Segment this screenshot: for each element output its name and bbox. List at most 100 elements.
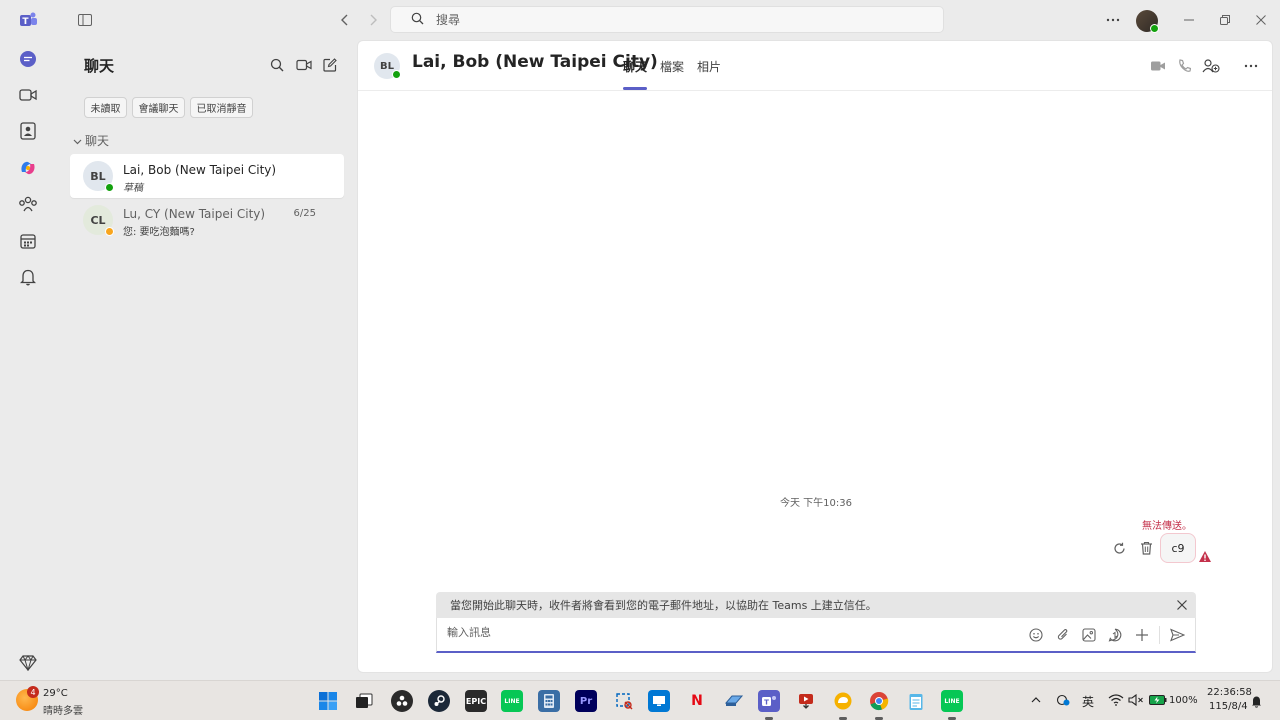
line-icon[interactable]: LINE xyxy=(501,690,523,712)
contacts-icon[interactable] xyxy=(16,119,40,143)
emoji-icon[interactable] xyxy=(1027,626,1045,644)
email-visibility-notice: 當您開始此聊天時，收件者將會看到您的電子郵件地址，以協助在 Teams 上建立信… xyxy=(436,592,1196,618)
tab-chat[interactable]: 聊天 xyxy=(623,58,647,75)
presence-away-icon xyxy=(105,227,114,236)
retry-icon[interactable] xyxy=(1110,539,1128,557)
title-bar: T xyxy=(0,0,1280,40)
chat-name: Lu, CY (New Taipei City) xyxy=(123,207,266,221)
calendar-icon[interactable] xyxy=(16,229,40,253)
back-icon[interactable] xyxy=(336,11,354,29)
section-label-text: 聊天 xyxy=(85,134,110,148)
tab-files[interactable]: 檔案 xyxy=(660,58,684,75)
weather-temperature[interactable]: 29°C xyxy=(43,688,68,699)
battery-charging-icon[interactable] xyxy=(1148,692,1168,708)
epic-games-icon[interactable]: EPIC xyxy=(465,690,487,712)
compose-separator xyxy=(1159,626,1160,644)
copilot-icon[interactable] xyxy=(16,156,40,180)
search-bar[interactable] xyxy=(390,6,944,33)
conversation-pane: BL Lai, Bob (New Taipei City) 聊天 檔案 相片 今… xyxy=(357,40,1273,673)
onedrive-icon[interactable] xyxy=(1054,692,1072,708)
delete-icon[interactable] xyxy=(1137,539,1155,557)
new-chat-icon[interactable] xyxy=(321,56,339,74)
more-options-icon[interactable] xyxy=(1242,57,1260,75)
premiere-pro-icon[interactable]: Pr xyxy=(575,690,597,712)
chat-preview: 草稿 xyxy=(123,183,143,194)
message-input[interactable] xyxy=(447,626,1007,639)
netflix-icon[interactable]: N xyxy=(686,690,708,712)
task-view-icon[interactable] xyxy=(353,690,375,712)
loop-component-icon[interactable] xyxy=(1106,626,1124,644)
restore-icon[interactable] xyxy=(1216,11,1234,29)
plus-icon[interactable] xyxy=(1133,626,1151,644)
video-call-icon[interactable] xyxy=(1149,57,1167,75)
weather-description[interactable]: 晴時多雲 xyxy=(43,702,83,717)
search-icon xyxy=(411,10,424,29)
snipping-tool-icon[interactable] xyxy=(613,690,635,712)
chat-list-item[interactable]: BL Lai, Bob (New Taipei City) 草稿 xyxy=(70,154,344,198)
chat-time: 6/25 xyxy=(293,208,316,219)
image-icon[interactable] xyxy=(1080,626,1098,644)
start-icon[interactable] xyxy=(317,690,339,712)
steam-icon[interactable] xyxy=(428,690,450,712)
tab-photos[interactable]: 相片 xyxy=(697,58,721,75)
chat-list-item[interactable]: CL Lu, CY (New Taipei City) 您: 要吃泡麵嗎? 6/… xyxy=(70,198,344,242)
calculator-icon[interactable] xyxy=(538,690,560,712)
close-window-icon[interactable] xyxy=(1252,11,1270,29)
video-meeting-icon[interactable] xyxy=(16,83,40,107)
virtualbox-icon[interactable] xyxy=(723,690,745,712)
minimize-icon[interactable] xyxy=(1180,11,1198,29)
svg-text:T: T xyxy=(764,699,769,707)
remote-desktop-icon[interactable] xyxy=(648,690,670,712)
windows-taskbar: 4 29°C 晴時多雲 EPIC LINE Pr N T LINE 英 100%… xyxy=(0,680,1280,720)
sidebar-toggle-icon[interactable] xyxy=(76,11,94,29)
message-bubble[interactable]: c9 xyxy=(1160,533,1196,563)
close-icon[interactable] xyxy=(1174,597,1190,613)
presence-available-icon xyxy=(392,70,401,79)
attach-file-icon[interactable] xyxy=(1054,626,1072,644)
notifications-bell-icon[interactable] xyxy=(16,265,40,289)
chat-preview: 您: 要吃泡麵嗎? xyxy=(123,227,195,238)
chat-icon[interactable] xyxy=(16,47,40,71)
conversation-header: BL Lai, Bob (New Taipei City) 聊天 檔案 相片 xyxy=(358,41,1272,91)
send-failed-text: 無法傳送。 xyxy=(1142,521,1192,532)
filter-unread-button[interactable]: 未讀取 xyxy=(84,97,127,118)
notice-text: 當您開始此聊天時，收件者將會看到您的電子郵件地址，以協助在 Teams 上建立信… xyxy=(450,599,877,612)
profile-avatar[interactable] xyxy=(1136,10,1159,33)
volume-muted-icon[interactable] xyxy=(1127,692,1145,708)
premium-diamond-icon[interactable] xyxy=(16,651,40,675)
send-icon[interactable] xyxy=(1168,626,1186,644)
teams-window: T 搜尋 聊天 未讀取 會議聊天 已取消靜音 聊天 BL Lai, Bob (N… xyxy=(0,0,1280,680)
message-timestamp: 今天 下午10:36 xyxy=(780,498,852,509)
svg-text:T: T xyxy=(22,17,29,27)
search-chats-icon[interactable] xyxy=(268,56,286,74)
more-options-icon[interactable] xyxy=(1104,11,1122,29)
line-app-icon[interactable]: LINE xyxy=(941,690,963,712)
compose-box xyxy=(436,618,1196,653)
filter-meeting-chats-button[interactable]: 會議聊天 xyxy=(132,97,185,118)
teams-taskbar-icon[interactable]: T xyxy=(758,690,780,712)
search-input[interactable] xyxy=(436,12,916,27)
wifi-icon[interactable] xyxy=(1107,692,1125,708)
weather-badge: 4 xyxy=(27,686,39,698)
edge-canary-icon[interactable] xyxy=(832,690,854,712)
obs-icon[interactable] xyxy=(391,690,413,712)
conversation-title: Lai, Bob (New Taipei City) xyxy=(412,52,658,72)
communities-icon[interactable] xyxy=(16,192,40,216)
chat-section-header[interactable]: 聊天 xyxy=(73,132,109,149)
meet-now-icon[interactable] xyxy=(294,56,314,74)
clock-date[interactable]: 115/8/4 xyxy=(1209,701,1248,712)
notifications-bell-icon[interactable] xyxy=(1249,693,1263,709)
chat-name: Lai, Bob (New Taipei City) xyxy=(123,163,277,177)
chat-list-title: 聊天 xyxy=(84,57,115,75)
battery-percent[interactable]: 100% xyxy=(1169,695,1198,706)
video-downloader-icon[interactable] xyxy=(795,690,817,712)
forward-icon[interactable] xyxy=(364,11,382,29)
filter-unmuted-button[interactable]: 已取消靜音 xyxy=(190,97,253,118)
ime-indicator[interactable]: 英 xyxy=(1082,693,1094,710)
add-people-icon[interactable] xyxy=(1202,57,1220,75)
audio-call-icon[interactable] xyxy=(1175,57,1193,75)
chevron-up-icon[interactable] xyxy=(1028,692,1044,708)
chrome-icon[interactable] xyxy=(868,690,890,712)
notepad-icon[interactable] xyxy=(905,690,927,712)
clock-time[interactable]: 22:36:58 xyxy=(1207,687,1252,698)
